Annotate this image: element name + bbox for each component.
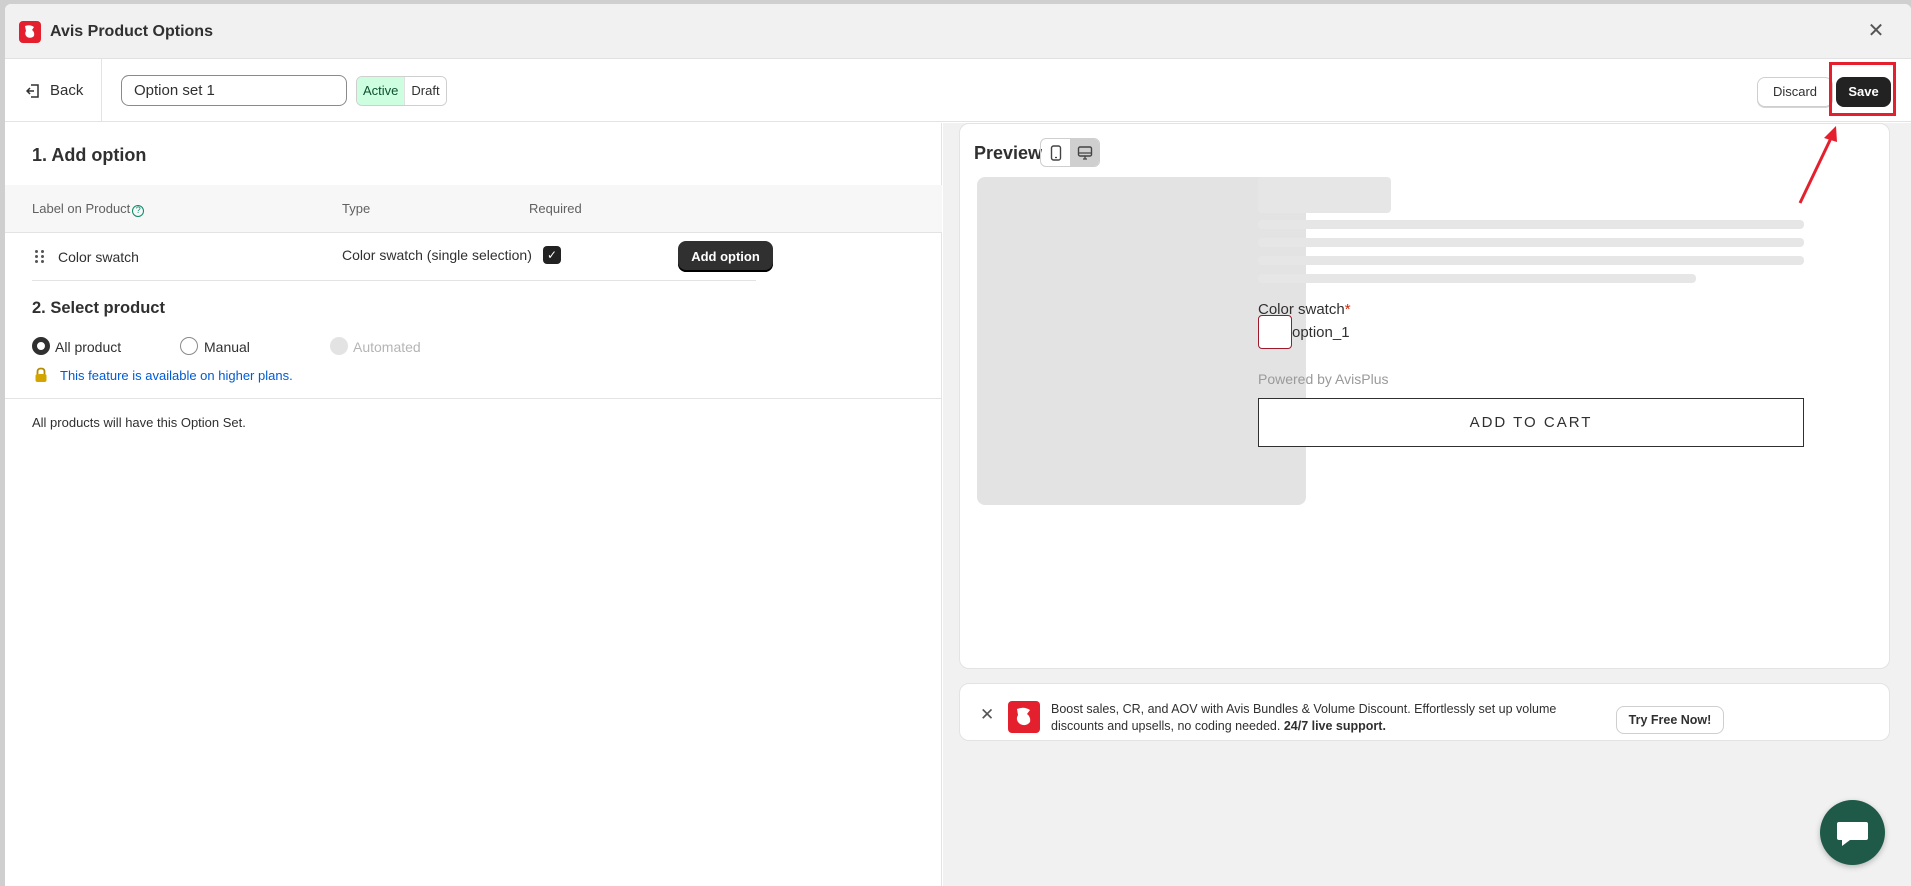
powered-by-text: Powered by AvisPlus (1258, 371, 1389, 387)
radio-all-product-label: All product (55, 339, 122, 355)
upgrade-link[interactable]: This feature is available on higher plan… (60, 368, 293, 383)
add-option-title: 1. Add option (32, 145, 147, 165)
mobile-view-icon[interactable] (1041, 139, 1070, 166)
options-table-header: Label on Product? Type Required (5, 185, 942, 233)
title-skeleton (1258, 177, 1391, 213)
upgrade-note: This feature is available on higher plan… (34, 367, 293, 383)
device-toggle (1040, 138, 1100, 167)
column-label-header: Label on Product? (32, 201, 145, 217)
section-divider (32, 280, 756, 281)
exit-icon (26, 83, 39, 98)
chat-icon (1837, 822, 1868, 846)
swatch-value: option_1 (1292, 324, 1350, 341)
desktop-view-icon[interactable] (1070, 139, 1099, 166)
summary-divider (5, 398, 942, 399)
back-label: Back (50, 82, 84, 99)
color-swatch-box[interactable] (1258, 315, 1292, 349)
try-free-button[interactable]: Try Free Now! (1616, 706, 1724, 734)
option-label: Color swatch (58, 249, 139, 265)
product-image-placeholder (977, 177, 1306, 505)
back-button[interactable]: Back (5, 59, 102, 122)
text-skeleton (1258, 274, 1696, 283)
promo-text: Boost sales, CR, and AOV with Avis Bundl… (1051, 701, 1591, 735)
text-skeleton (1258, 238, 1804, 247)
options-editor-panel: 1. Add option Label on Product? Type Req… (5, 123, 942, 886)
status-active-option[interactable]: Active (357, 77, 405, 105)
option-type: Color swatch (single selection) (342, 247, 532, 263)
help-icon[interactable]: ? (132, 205, 145, 217)
preview-card: Preview Color swatch* option_1 Powered b… (959, 123, 1890, 669)
promo-text-bold: 24/7 live support. (1283, 719, 1386, 733)
chat-button[interactable] (1820, 800, 1885, 865)
radio-manual-label: Manual (204, 339, 250, 355)
preview-title: Preview (974, 143, 1043, 163)
promo-banner: ✕ Boost sales, CR, and AOV with Avis Bun… (959, 683, 1890, 741)
close-icon[interactable]: ✕ (1865, 20, 1887, 42)
app-title: Avis Product Options (50, 23, 213, 40)
discard-button[interactable]: Discard (1757, 77, 1833, 107)
toolbar: Back Active Draft Discard Save (5, 59, 1911, 122)
add-option-button[interactable]: Add option (678, 241, 773, 272)
title-bar: Avis Product Options ✕ (5, 4, 1911, 59)
lock-icon (35, 367, 47, 382)
drag-handle-icon[interactable] (34, 249, 46, 265)
radio-automated-label: Automated (353, 339, 421, 355)
option-row: Color swatch Color swatch (single select… (5, 233, 942, 287)
option-set-summary: All products will have this Option Set. (32, 415, 246, 430)
radio-automated (330, 337, 348, 355)
add-to-cart-button[interactable]: ADD TO CART (1258, 398, 1804, 447)
text-skeleton (1258, 220, 1804, 229)
column-label-text: Label on Product (32, 201, 131, 216)
avis-bundles-logo-icon (1008, 701, 1040, 733)
select-product-title: 2. Select product (32, 299, 165, 317)
radio-manual[interactable] (180, 337, 198, 355)
app-window: Avis Product Options ✕ Back Active Draft… (5, 4, 1911, 886)
preview-panel: Preview Color swatch* option_1 Powered b… (943, 123, 1911, 886)
option-set-name-input[interactable] (121, 75, 347, 106)
annotation-arrow-icon (1798, 126, 1837, 204)
column-required-header: Required (529, 201, 582, 216)
required-asterisk: * (1344, 301, 1351, 318)
required-checkbox[interactable]: ✓ (543, 246, 561, 264)
promo-close-icon[interactable]: ✕ (980, 705, 994, 725)
save-highlight-box (1829, 62, 1896, 116)
status-toggle: Active Draft (356, 76, 447, 106)
radio-all-product[interactable] (32, 337, 50, 355)
status-draft-option[interactable]: Draft (404, 77, 446, 105)
app-logo-icon (19, 21, 41, 43)
text-skeleton (1258, 256, 1804, 265)
column-type-header: Type (342, 201, 371, 216)
